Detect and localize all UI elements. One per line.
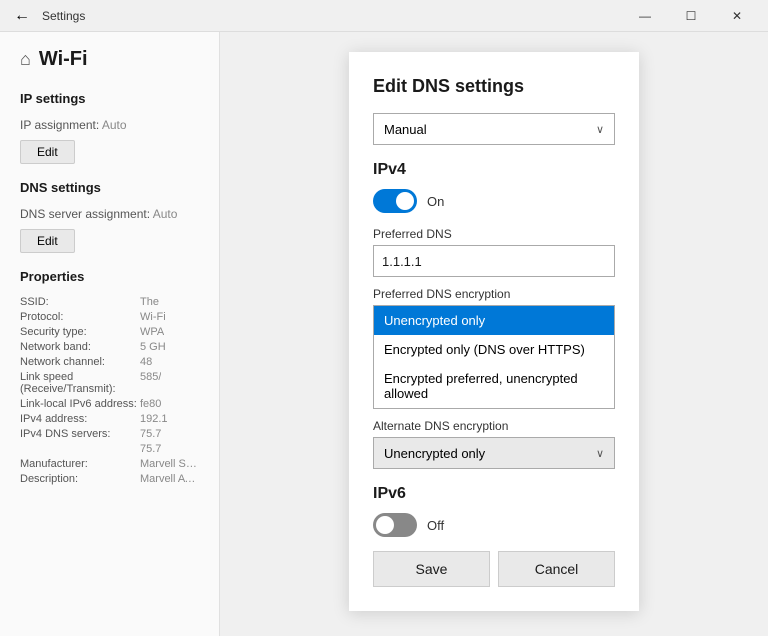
toggle-thumb bbox=[376, 516, 394, 534]
cancel-button[interactable]: Cancel bbox=[498, 551, 615, 587]
alt-dns-enc-label: Alternate DNS encryption bbox=[373, 419, 615, 433]
window-controls: — ☐ ✕ bbox=[622, 0, 760, 32]
toggle-thumb bbox=[396, 192, 414, 210]
properties-heading: Properties bbox=[20, 269, 199, 284]
back-button[interactable]: ← bbox=[8, 2, 36, 30]
wifi-icon: ⌂ bbox=[20, 49, 31, 70]
ipv6-toggle-row: Off bbox=[373, 513, 615, 537]
dns-assignment-label: DNS server assignment: Auto bbox=[20, 207, 199, 221]
window-title: Settings bbox=[42, 9, 85, 23]
properties-section: Properties SSID:The Protocol:Wi-Fi Securit… bbox=[20, 269, 199, 485]
enc-option-encrypted-only[interactable]: Encrypted only (DNS over HTTPS) bbox=[374, 335, 614, 364]
preferred-dns-enc-dropdown[interactable]: Unencrypted only Encrypted only (DNS ove… bbox=[373, 305, 615, 409]
ip-assignment-label: IP assignment: Auto bbox=[20, 118, 199, 132]
ipv6-heading: IPv6 bbox=[373, 485, 615, 503]
property-row: Network band:5 GH bbox=[20, 341, 199, 353]
alt-dns-enc-value: Unencrypted only bbox=[384, 446, 485, 461]
ipv6-toggle-label: Off bbox=[427, 518, 444, 533]
ipv4-toggle[interactable] bbox=[373, 189, 417, 213]
property-row: IPv4 address:192.1 bbox=[20, 413, 199, 425]
close-button[interactable]: ✕ bbox=[714, 0, 760, 32]
property-row: Network channel:48 bbox=[20, 356, 199, 368]
main-layout: ⌂ Wi-Fi IP settings IP assignment: Auto … bbox=[0, 32, 768, 636]
property-row: Description:Marvell AVASTAR Wireless-AC bbox=[20, 473, 199, 485]
left-panel: ⌂ Wi-Fi IP settings IP assignment: Auto … bbox=[0, 32, 220, 636]
ipv4-heading: IPv4 bbox=[373, 161, 615, 179]
edit-dns-dialog: Edit DNS settings Manual ∨ IPv4 On Prefe… bbox=[349, 52, 639, 611]
right-panel: Edit DNS settings Manual ∨ IPv4 On Prefe… bbox=[220, 32, 768, 636]
dns-settings-heading: DNS settings bbox=[20, 180, 199, 195]
dialog-buttons: Save Cancel bbox=[373, 551, 615, 587]
ipv6-section: IPv6 Off bbox=[373, 485, 615, 537]
property-row: IPv4 DNS servers:75.7 bbox=[20, 428, 199, 440]
enc-option-unencrypted[interactable]: Unencrypted only bbox=[374, 306, 614, 335]
mode-dropdown-value: Manual bbox=[384, 122, 427, 137]
save-button[interactable]: Save bbox=[373, 551, 490, 587]
enc-option-encrypted-preferred[interactable]: Encrypted preferred, unencrypted allowed bbox=[374, 364, 614, 408]
property-row: Link speed (Receive/Transmit):585/ bbox=[20, 371, 199, 395]
ipv4-toggle-label: On bbox=[427, 194, 444, 209]
minimize-button[interactable]: — bbox=[622, 0, 668, 32]
ip-settings-section: IP settings IP assignment: Auto Edit bbox=[20, 91, 199, 164]
ipv4-section: IPv4 On Preferred DNS Preferred DNS encr… bbox=[373, 161, 615, 469]
panel-title: Wi-Fi bbox=[39, 48, 88, 71]
property-row: Security type:WPA bbox=[20, 326, 199, 338]
dialog-title: Edit DNS settings bbox=[373, 76, 615, 97]
title-bar: ← Settings — ☐ ✕ bbox=[0, 0, 768, 32]
preferred-dns-enc-label: Preferred DNS encryption bbox=[373, 287, 615, 301]
maximize-button[interactable]: ☐ bbox=[668, 0, 714, 32]
chevron-down-icon: ∨ bbox=[596, 123, 604, 136]
property-row: Manufacturer:Marvell Semiconductors, Inc… bbox=[20, 458, 199, 470]
panel-header: ⌂ Wi-Fi bbox=[20, 48, 199, 71]
dns-edit-button[interactable]: Edit bbox=[20, 229, 75, 253]
ip-settings-heading: IP settings bbox=[20, 91, 199, 106]
ip-edit-button[interactable]: Edit bbox=[20, 140, 75, 164]
property-row: Link-local IPv6 address:fe80 bbox=[20, 398, 199, 410]
property-row: 75.7 bbox=[20, 443, 199, 455]
alt-dns-enc-dropdown[interactable]: Unencrypted only ∨ bbox=[373, 437, 615, 469]
mode-dropdown[interactable]: Manual ∨ bbox=[373, 113, 615, 145]
alt-dns-chevron-down-icon: ∨ bbox=[596, 447, 604, 460]
ipv6-toggle[interactable] bbox=[373, 513, 417, 537]
property-row: SSID:The bbox=[20, 296, 199, 308]
preferred-dns-label: Preferred DNS bbox=[373, 227, 615, 241]
property-row: Protocol:Wi-Fi bbox=[20, 311, 199, 323]
preferred-dns-input[interactable] bbox=[373, 245, 615, 277]
ipv4-toggle-row: On bbox=[373, 189, 615, 213]
dns-settings-section: DNS settings DNS server assignment: Auto… bbox=[20, 180, 199, 253]
